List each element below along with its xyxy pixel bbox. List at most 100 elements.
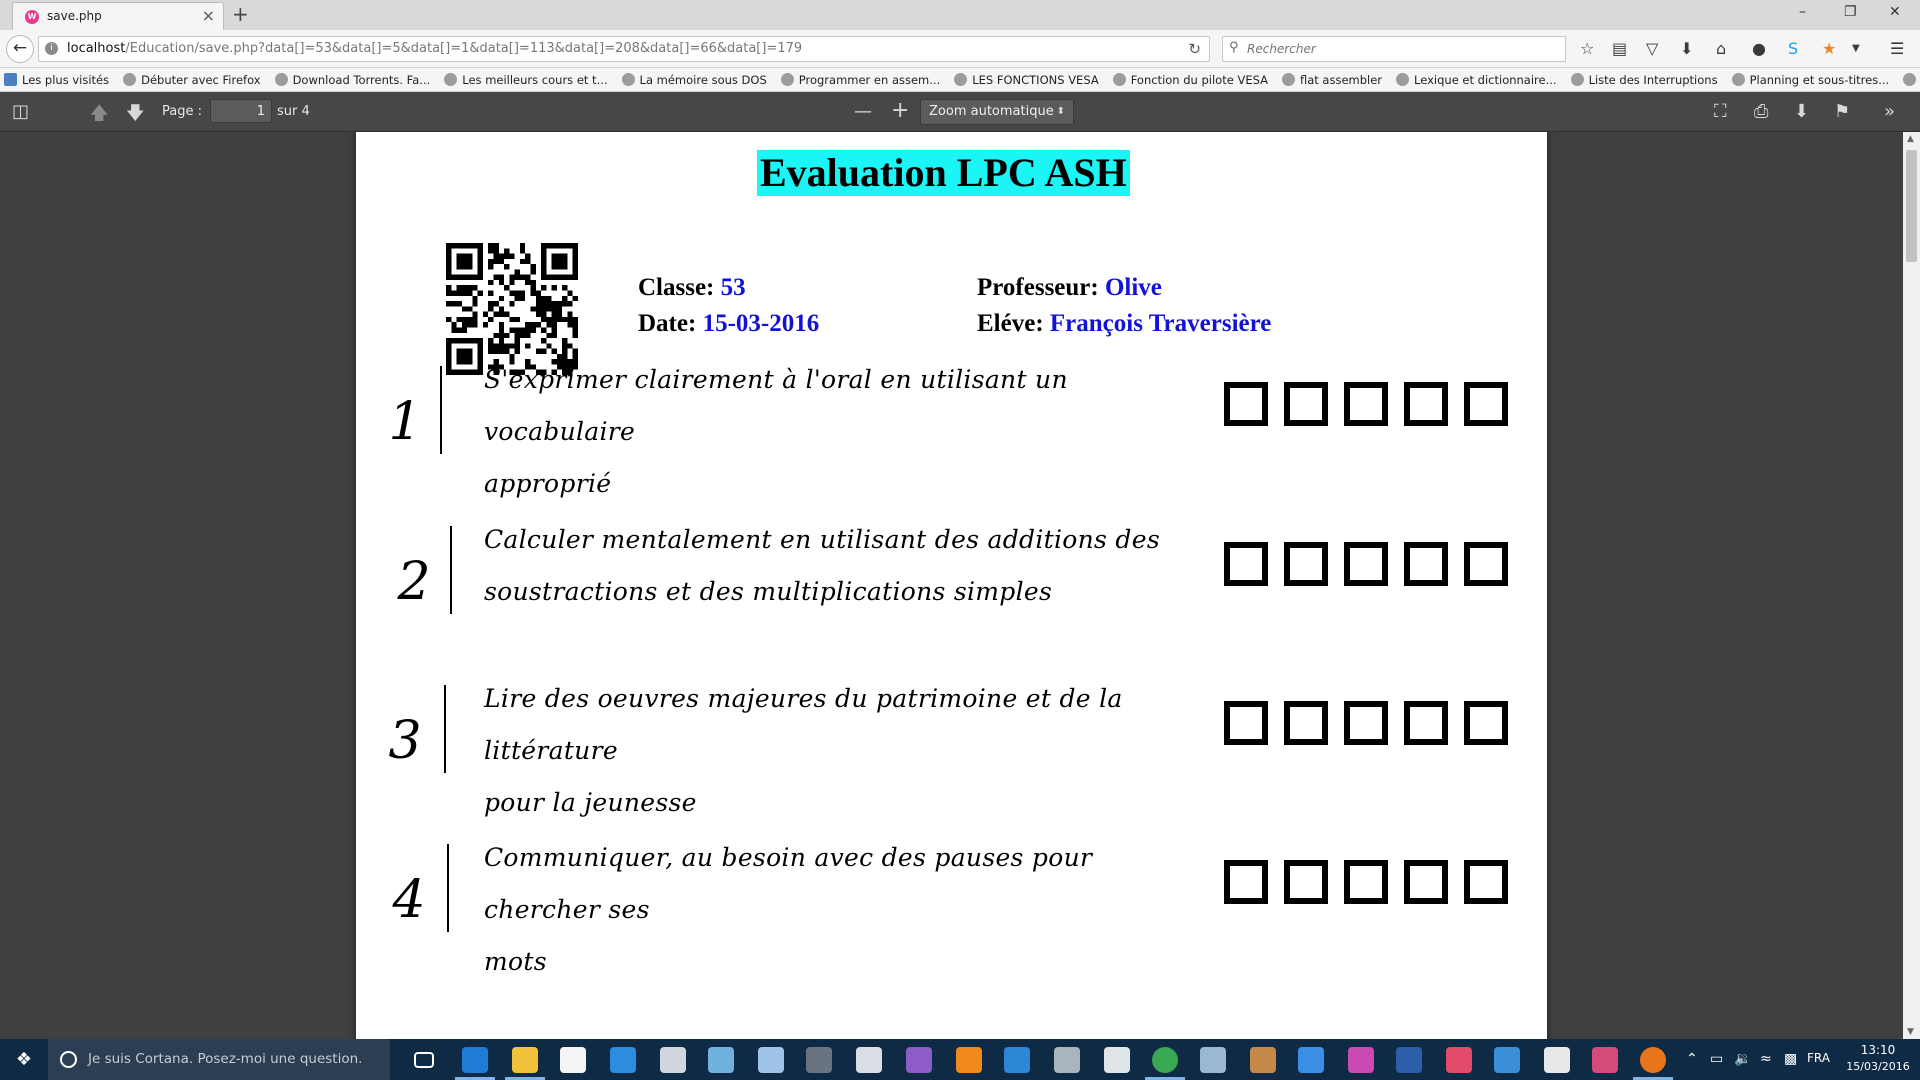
bookmark-item[interactable]: Free Mobile - Bienven...: [1903, 68, 1920, 91]
terminal-icon[interactable]: [1250, 1047, 1276, 1073]
bookmark-item[interactable]: Planning et sous-titres...: [1731, 68, 1889, 91]
restore-icon[interactable]: ❐: [1844, 4, 1857, 20]
app-pink-icon[interactable]: [1348, 1047, 1374, 1073]
page-number-input[interactable]: [210, 99, 272, 123]
bookmark-item[interactable]: Download Torrents. Fa...: [274, 68, 430, 91]
previous-page-icon[interactable]: 🡅: [90, 101, 109, 131]
task-view-icon[interactable]: [414, 1052, 434, 1068]
rating-checkbox[interactable]: [1404, 542, 1448, 586]
bookmark-item[interactable]: Programmer en assem...: [780, 68, 940, 91]
extension-icon[interactable]: ★: [1822, 39, 1836, 58]
bookmark-item[interactable]: La mémoire sous DOS: [621, 68, 767, 91]
tools-chevron-icon[interactable]: »: [1884, 101, 1895, 122]
download-icon[interactable]: ⬇: [1680, 39, 1693, 58]
rating-checkbox[interactable]: [1404, 382, 1448, 426]
scroll-up-icon[interactable]: ▲: [1907, 134, 1914, 144]
rating-checkbox[interactable]: [1284, 382, 1328, 426]
bookmark-item[interactable]: Lexique et dictionnaire...: [1396, 68, 1557, 91]
windows-start-icon[interactable]: ❖: [0, 1039, 48, 1080]
url-bar[interactable]: i localhost/Education/save.php?data[]=53…: [38, 36, 1210, 62]
edge-icon[interactable]: [462, 1047, 488, 1073]
rating-checkbox[interactable]: [1344, 860, 1388, 904]
rating-checkbox[interactable]: [1224, 860, 1268, 904]
pocket-icon[interactable]: ▽: [1646, 39, 1658, 58]
tray-date[interactable]: 15/03/2016: [1843, 1060, 1913, 1073]
rating-checkbox[interactable]: [1224, 542, 1268, 586]
bookmark-item[interactable]: Débuter avec Firefox: [123, 68, 261, 91]
reading-list-icon[interactable]: ▤: [1612, 39, 1627, 58]
window-close-icon[interactable]: ✕: [1889, 4, 1901, 20]
new-tab-icon[interactable]: +: [232, 2, 249, 26]
app-ps2-icon[interactable]: [1592, 1047, 1618, 1073]
app-send-icon[interactable]: [1494, 1047, 1520, 1073]
chevron-down-icon[interactable]: ▼: [1852, 43, 1860, 54]
virtualbox-icon[interactable]: [758, 1047, 784, 1073]
store-icon[interactable]: [560, 1047, 586, 1073]
search-bar[interactable]: ⚲: [1222, 36, 1566, 62]
visual-studio-icon[interactable]: [906, 1047, 932, 1073]
notification-icon[interactable]: ▩: [1784, 1051, 1797, 1067]
battery-icon[interactable]: ▭: [1710, 1051, 1723, 1067]
next-page-icon[interactable]: 🡇: [126, 101, 145, 131]
print-icon[interactable]: ⎙: [1754, 101, 1768, 122]
rating-checkbox[interactable]: [1284, 701, 1328, 745]
bookmark-item[interactable]: flat assembler: [1281, 68, 1382, 91]
rating-checkbox[interactable]: [1344, 701, 1388, 745]
close-icon[interactable]: ×: [202, 6, 215, 25]
info-icon[interactable]: i: [45, 42, 58, 55]
save-icon[interactable]: ⬇: [1794, 101, 1809, 122]
rating-checkbox[interactable]: [1344, 542, 1388, 586]
rating-checkbox[interactable]: [1404, 860, 1448, 904]
bookmark-item[interactable]: Fonction du pilote VESA: [1112, 68, 1268, 91]
cortana-search[interactable]: Je suis Cortana. Posez-moi une question.: [48, 1039, 390, 1080]
app-ps-icon[interactable]: [1446, 1047, 1472, 1073]
word-icon[interactable]: [1396, 1047, 1422, 1073]
bookmark-item[interactable]: Liste des Interruptions: [1570, 68, 1718, 91]
wifi-icon[interactable]: ≈: [1760, 1051, 1772, 1067]
dosbox-icon[interactable]: [806, 1047, 832, 1073]
zoom-in-icon[interactable]: +: [891, 98, 909, 123]
media-icon[interactable]: [856, 1047, 882, 1073]
rating-checkbox[interactable]: [1404, 701, 1448, 745]
app-blue-icon[interactable]: [610, 1047, 636, 1073]
rating-checkbox[interactable]: [1284, 860, 1328, 904]
skype-icon[interactable]: S: [1788, 39, 1798, 58]
app-doc-icon[interactable]: [1004, 1047, 1030, 1073]
app-arrow-icon[interactable]: [1298, 1047, 1324, 1073]
file-explorer-icon[interactable]: [512, 1047, 538, 1073]
scroll-thumb[interactable]: [1906, 150, 1917, 262]
tray-time[interactable]: 13:10: [1850, 1043, 1906, 1057]
vertical-scrollbar[interactable]: ▲ ▼: [1903, 132, 1920, 1039]
search-input[interactable]: [1247, 40, 1547, 58]
volume-icon[interactable]: 🔉: [1734, 1051, 1751, 1067]
rating-checkbox[interactable]: [1464, 701, 1508, 745]
reload-icon[interactable]: ↻: [1188, 40, 1201, 58]
rating-checkbox[interactable]: [1284, 542, 1328, 586]
chrome-icon[interactable]: [1152, 1047, 1178, 1073]
tray-language[interactable]: FRA: [1807, 1051, 1830, 1065]
back-arrow-icon[interactable]: ←: [6, 35, 34, 63]
shield-app-icon[interactable]: [1104, 1047, 1130, 1073]
bookmark-item[interactable]: Les plus visités: [4, 68, 109, 91]
rating-checkbox[interactable]: [1464, 382, 1508, 426]
network-icon[interactable]: [1054, 1047, 1080, 1073]
calculator-icon[interactable]: [660, 1047, 686, 1073]
paint-icon[interactable]: [708, 1047, 734, 1073]
notepad-icon[interactable]: [1200, 1047, 1226, 1073]
minimize-icon[interactable]: –: [1799, 4, 1806, 20]
rating-checkbox[interactable]: [1464, 860, 1508, 904]
chat-icon[interactable]: ●: [1752, 39, 1766, 58]
firefox-icon[interactable]: [1640, 1047, 1666, 1073]
rating-checkbox[interactable]: [1224, 382, 1268, 426]
bookmark-item[interactable]: Les meilleurs cours et t...: [444, 68, 608, 91]
fullscreen-icon[interactable]: ⛶: [1714, 101, 1727, 122]
bookmark-icon[interactable]: ⚑: [1834, 101, 1850, 122]
rating-checkbox[interactable]: [1464, 542, 1508, 586]
sidebar-toggle-icon[interactable]: ◫: [12, 101, 29, 122]
zoom-select[interactable]: Zoom automatique ⬍: [920, 99, 1074, 125]
tab-save-php[interactable]: W save.php ×: [12, 2, 224, 30]
rating-checkbox[interactable]: [1224, 701, 1268, 745]
zoom-out-icon[interactable]: —: [854, 101, 872, 122]
rating-checkbox[interactable]: [1344, 382, 1388, 426]
hamburger-menu-icon[interactable]: ☰: [1890, 39, 1904, 58]
